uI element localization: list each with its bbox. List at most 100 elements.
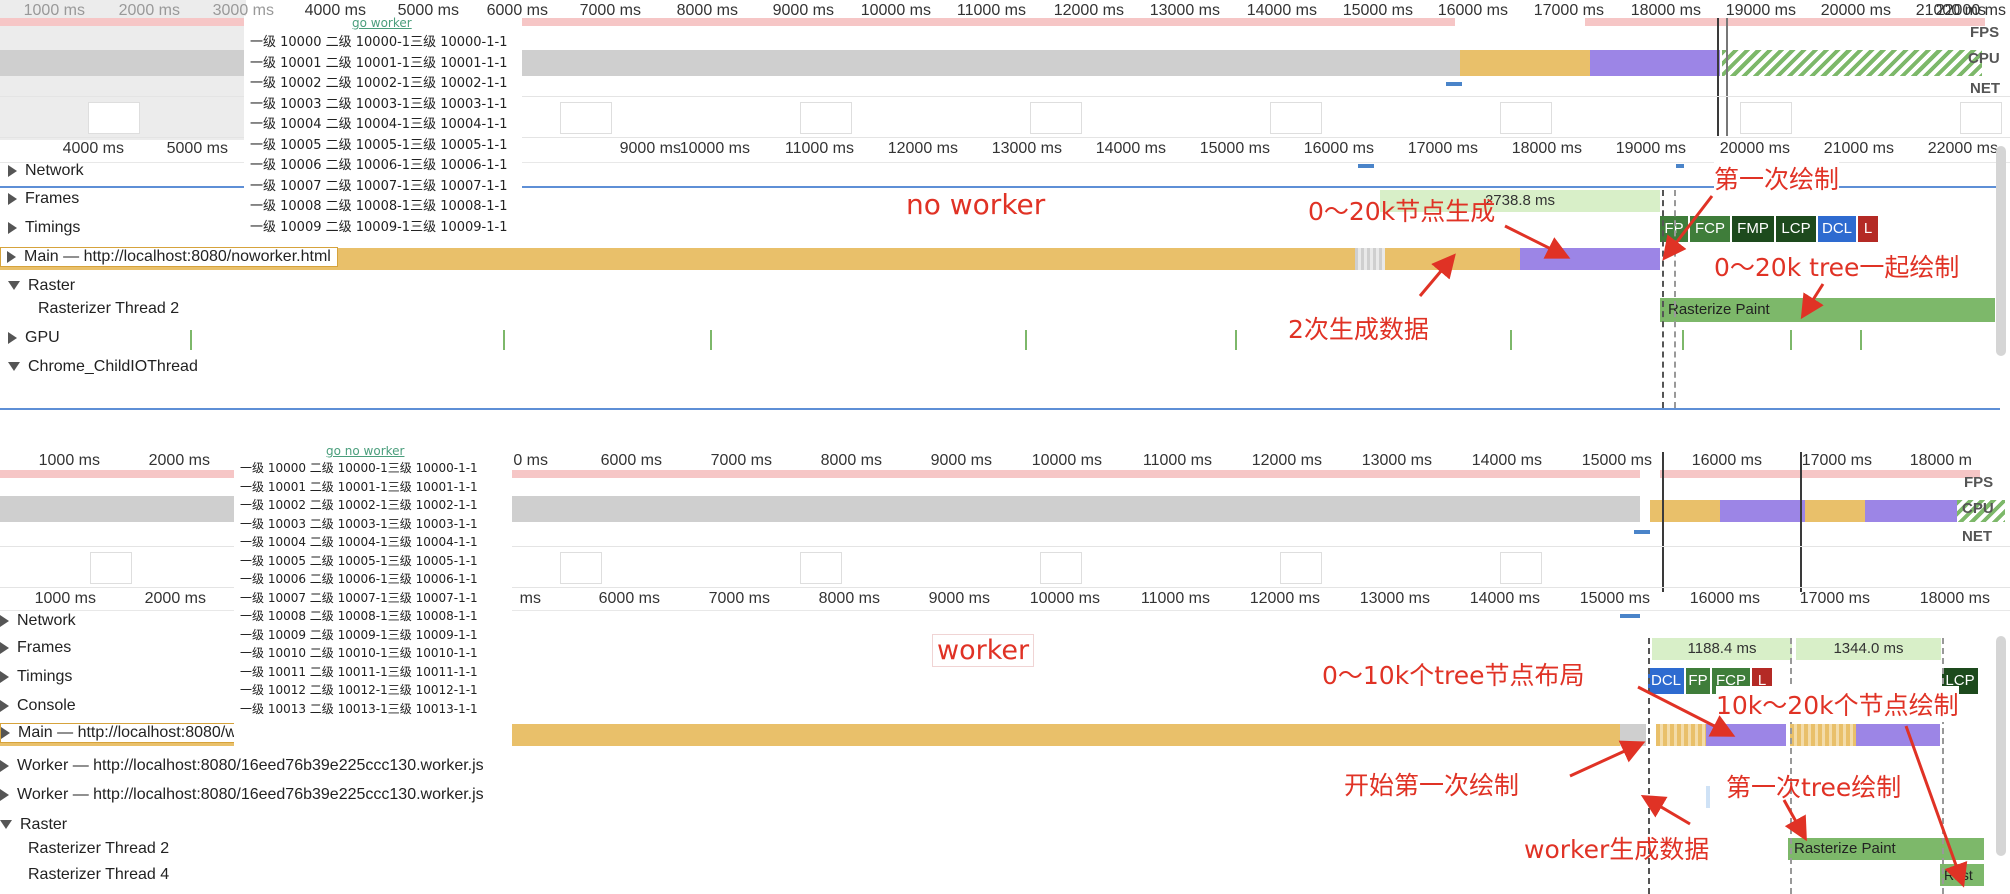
tick: 17000 ms (1801, 452, 1872, 469)
network-request[interactable] (1358, 164, 1374, 168)
gpu-task[interactable] (1510, 330, 1512, 350)
track-network[interactable]: Network (8, 162, 84, 180)
gpu-task[interactable] (1235, 330, 1237, 350)
track-worker-1[interactable]: Worker — http://localhost:8080/16eed76b3… (0, 757, 484, 775)
tick: ms (519, 590, 541, 607)
annotation-first-paint: 开始第一次绘制 (1344, 771, 1520, 800)
net-bar (1634, 530, 1650, 534)
scrollbar[interactable] (1996, 636, 2006, 856)
expand-icon[interactable] (0, 614, 9, 627)
expand-icon[interactable] (1, 726, 10, 739)
expand-icon[interactable] (8, 331, 17, 344)
collapse-icon[interactable] (0, 820, 12, 830)
timing-guideline (1942, 638, 1944, 894)
tree-item: 一级 10000 二级 10000-1三级 10000-1-1 (240, 461, 478, 475)
tick: 11000 ms (1142, 452, 1212, 469)
collapse-icon[interactable] (8, 281, 20, 291)
rasterize-paint-bar[interactable]: Rasterize Paint (1660, 298, 1995, 322)
track-rasterizer-2[interactable]: Rasterizer Thread 2 (38, 300, 179, 318)
track-raster[interactable]: Raster (0, 816, 67, 834)
timing-guideline (1662, 190, 1664, 408)
main-scripting-bar[interactable] (1656, 724, 1706, 746)
annotation-worker-gen: worker生成数据 (1524, 835, 1710, 864)
marker-dcl[interactable]: DCL (1818, 216, 1856, 242)
track-rasterizer-2[interactable]: Rasterizer Thread 2 (28, 840, 169, 858)
expand-icon[interactable] (8, 164, 17, 177)
track-raster[interactable]: Raster (8, 277, 75, 295)
track-timings[interactable]: Timings (0, 668, 72, 686)
tick: 12000 ms (1251, 452, 1322, 469)
tick: 15000 ms (1199, 140, 1270, 157)
track-network[interactable]: Network (0, 612, 76, 630)
tick: 12000 ms (887, 140, 958, 157)
track-frames[interactable]: Frames (8, 190, 79, 208)
go-worker-link[interactable]: go worker (352, 16, 412, 30)
network-request[interactable] (1620, 614, 1640, 618)
track-main[interactable]: Main — http://localhost:8080/noworker.ht… (0, 247, 338, 267)
worker-task[interactable] (1706, 786, 1710, 808)
track-console[interactable]: Console (0, 697, 76, 715)
screenshot-thumb (1270, 102, 1322, 134)
main-rendering-bar[interactable] (1706, 724, 1786, 746)
expand-icon[interactable] (0, 670, 9, 683)
track-rasterizer-4[interactable]: Rasterizer Thread 4 (28, 866, 169, 884)
marker-lcp[interactable]: LCP (1776, 216, 1816, 242)
expand-icon[interactable] (8, 192, 17, 205)
expand-icon[interactable] (0, 699, 9, 712)
tick: 4000 ms (62, 140, 124, 157)
screenshot-thumb (1040, 552, 1082, 584)
marker-fp[interactable]: FP (1686, 668, 1710, 694)
gpu-task[interactable] (1682, 330, 1684, 350)
cpu-painting-area (1722, 50, 1982, 76)
tick: 21000 ms (1823, 140, 1894, 157)
main-rendering-bar[interactable] (1856, 724, 1940, 746)
network-request[interactable] (1676, 164, 1684, 168)
track-gpu[interactable]: GPU (8, 329, 60, 347)
expand-icon[interactable] (0, 641, 9, 654)
track-label: Timings (17, 668, 73, 685)
annotation-gen-nodes: 0～20k节点生成 (1308, 197, 1496, 226)
fps-label: FPS (1964, 474, 1994, 491)
tree-item: 一级 10008 二级 10008-1三级 10008-1-1 (240, 609, 478, 623)
gpu-task[interactable] (710, 330, 712, 350)
expand-icon[interactable] (7, 250, 16, 263)
main-scripting-bar[interactable] (1385, 248, 1520, 270)
track-timings[interactable]: Timings (8, 219, 80, 237)
gpu-task[interactable] (1860, 330, 1862, 350)
cpu-scripting-area (1650, 500, 1720, 522)
track-childio[interactable]: Chrome_ChildIOThread (8, 358, 198, 376)
scrollbar[interactable] (1996, 146, 2006, 356)
main-rendering-bar[interactable] (1520, 248, 1660, 270)
rasterize-bar-small[interactable]: Rast (1940, 864, 1984, 886)
track-frames[interactable]: Frames (0, 639, 71, 657)
tick: 17000 ms (1799, 590, 1870, 607)
gpu-task[interactable] (190, 330, 192, 350)
gpu-task[interactable] (503, 330, 505, 350)
track-label: Worker — http://localhost:8080/16eed76b3… (17, 757, 484, 774)
screenshot-thumb (1960, 102, 2002, 134)
expand-icon[interactable] (0, 759, 9, 772)
marker-l[interactable]: L (1858, 216, 1878, 242)
screenshot-thumb (800, 552, 842, 584)
marker-fmp[interactable]: FMP (1732, 216, 1774, 242)
tick: 15000 ms (1581, 452, 1652, 469)
frame-duration[interactable]: 1188.4 ms (1652, 638, 1792, 660)
rasterize-paint-bar[interactable]: Rasterize Paint (1788, 838, 1984, 860)
expand-icon[interactable] (8, 221, 17, 234)
main-row: Main — http://localhost:8080/noworker.ht… (0, 246, 2000, 272)
marker-dcl[interactable]: DCL (1648, 668, 1684, 694)
gpu-task[interactable] (1025, 330, 1027, 350)
gpu-task[interactable] (1790, 330, 1792, 350)
main-scripting-bar[interactable] (1790, 724, 1856, 746)
frame-duration[interactable]: 1344.0 ms (1796, 638, 1941, 660)
track-worker-2[interactable]: Worker — http://localhost:8080/16eed76b3… (0, 786, 484, 804)
track-label: Main — http://localhost:8080/noworker.ht… (24, 248, 331, 265)
go-no-worker-link[interactable]: go no worker (326, 446, 404, 458)
track-label: Network (25, 162, 84, 179)
collapse-icon[interactable] (8, 362, 20, 372)
expand-icon[interactable] (0, 788, 9, 801)
timing-guideline (1790, 638, 1792, 894)
cpu-rendering-area (1590, 50, 1720, 76)
tick: 7000 ms (708, 590, 770, 607)
marker-fcp[interactable]: FCP (1690, 216, 1730, 242)
